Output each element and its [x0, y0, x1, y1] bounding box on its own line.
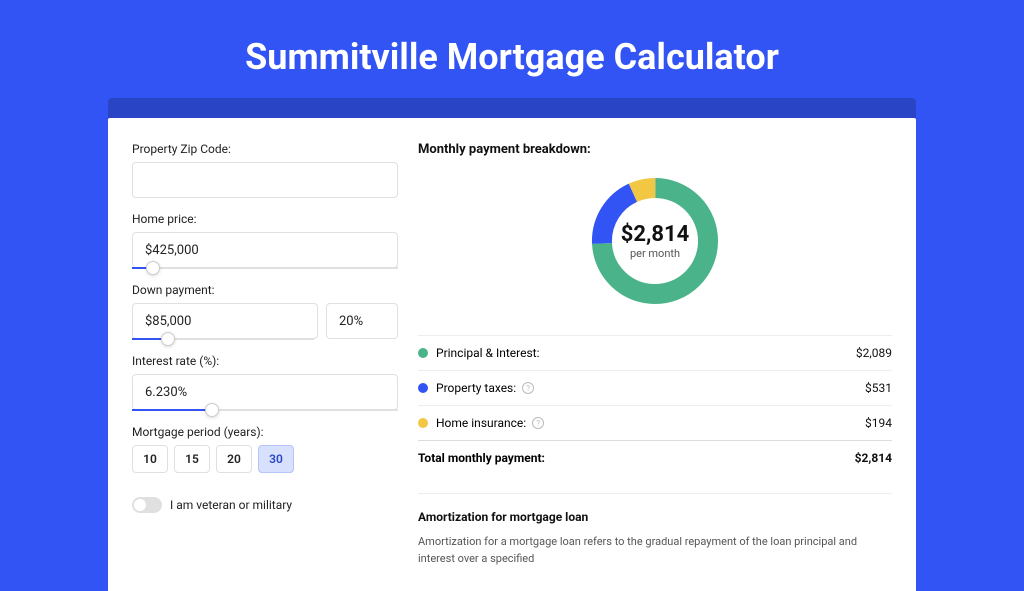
donut-chart: $2,814 per month — [418, 171, 892, 311]
period-row: 10 15 20 30 — [132, 445, 398, 473]
rate-slider-fill — [132, 409, 212, 411]
legend-label-insurance: Home insurance: — [436, 416, 526, 430]
amortization-section: Amortization for mortgage loan Amortizat… — [418, 493, 892, 567]
rate-label: Interest rate (%): — [132, 354, 398, 368]
donut-center: $2,814 per month — [621, 222, 690, 260]
down-pct-input[interactable] — [326, 303, 398, 339]
legend-row-total: Total monthly payment: $2,814 — [418, 440, 892, 475]
legend-label-taxes: Property taxes: — [436, 381, 516, 395]
info-icon[interactable]: ? — [522, 382, 534, 394]
info-icon[interactable]: ? — [532, 417, 544, 429]
zip-input[interactable] — [132, 162, 398, 198]
page-title: Summitville Mortgage Calculator — [0, 0, 1024, 98]
price-label: Home price: — [132, 212, 398, 226]
dot-principal — [418, 348, 428, 358]
price-slider-thumb[interactable] — [146, 261, 160, 275]
period-btn-30[interactable]: 30 — [258, 445, 294, 473]
down-input[interactable] — [132, 303, 318, 339]
price-input[interactable] — [132, 232, 398, 268]
legend-val-principal: $2,089 — [856, 346, 892, 360]
legend-val-insurance: $194 — [865, 416, 892, 430]
donut-amount: $2,814 — [621, 222, 690, 247]
legend-label-total: Total monthly payment: — [418, 451, 545, 465]
veteran-label: I am veteran or military — [170, 498, 292, 512]
amortization-text: Amortization for a mortgage loan refers … — [418, 534, 892, 567]
donut-sub: per month — [621, 247, 690, 260]
form-column: Property Zip Code: Home price: Down paym… — [132, 142, 398, 567]
legend-row-taxes: Property taxes: ? $531 — [418, 370, 892, 405]
calculator-panel: Property Zip Code: Home price: Down paym… — [108, 118, 916, 591]
breakdown-title: Monthly payment breakdown: — [418, 142, 892, 157]
legend-row-insurance: Home insurance: ? $194 — [418, 405, 892, 440]
breakdown-column: Monthly payment breakdown: $2,814 per mo… — [418, 142, 892, 567]
legend-row-principal: Principal & Interest: $2,089 — [418, 335, 892, 370]
legend-val-total: $2,814 — [855, 451, 892, 465]
zip-label: Property Zip Code: — [132, 142, 398, 156]
legend-val-taxes: $531 — [865, 381, 892, 395]
period-btn-20[interactable]: 20 — [216, 445, 252, 473]
dot-insurance — [418, 418, 428, 428]
period-label: Mortgage period (years): — [132, 425, 398, 439]
veteran-toggle-knob — [134, 499, 146, 511]
rate-input[interactable] — [132, 374, 398, 410]
period-btn-15[interactable]: 15 — [174, 445, 210, 473]
down-label: Down payment: — [132, 283, 398, 297]
dot-taxes — [418, 383, 428, 393]
amortization-title: Amortization for mortgage loan — [418, 510, 892, 524]
panel-wrap: Property Zip Code: Home price: Down paym… — [108, 98, 916, 591]
price-slider[interactable] — [132, 267, 398, 269]
legend-label-principal: Principal & Interest: — [436, 346, 540, 360]
period-btn-10[interactable]: 10 — [132, 445, 168, 473]
down-slider-thumb[interactable] — [161, 332, 175, 346]
veteran-toggle[interactable] — [132, 497, 162, 513]
rate-slider[interactable] — [132, 409, 398, 411]
rate-slider-thumb[interactable] — [205, 403, 219, 417]
down-slider[interactable] — [132, 338, 314, 340]
